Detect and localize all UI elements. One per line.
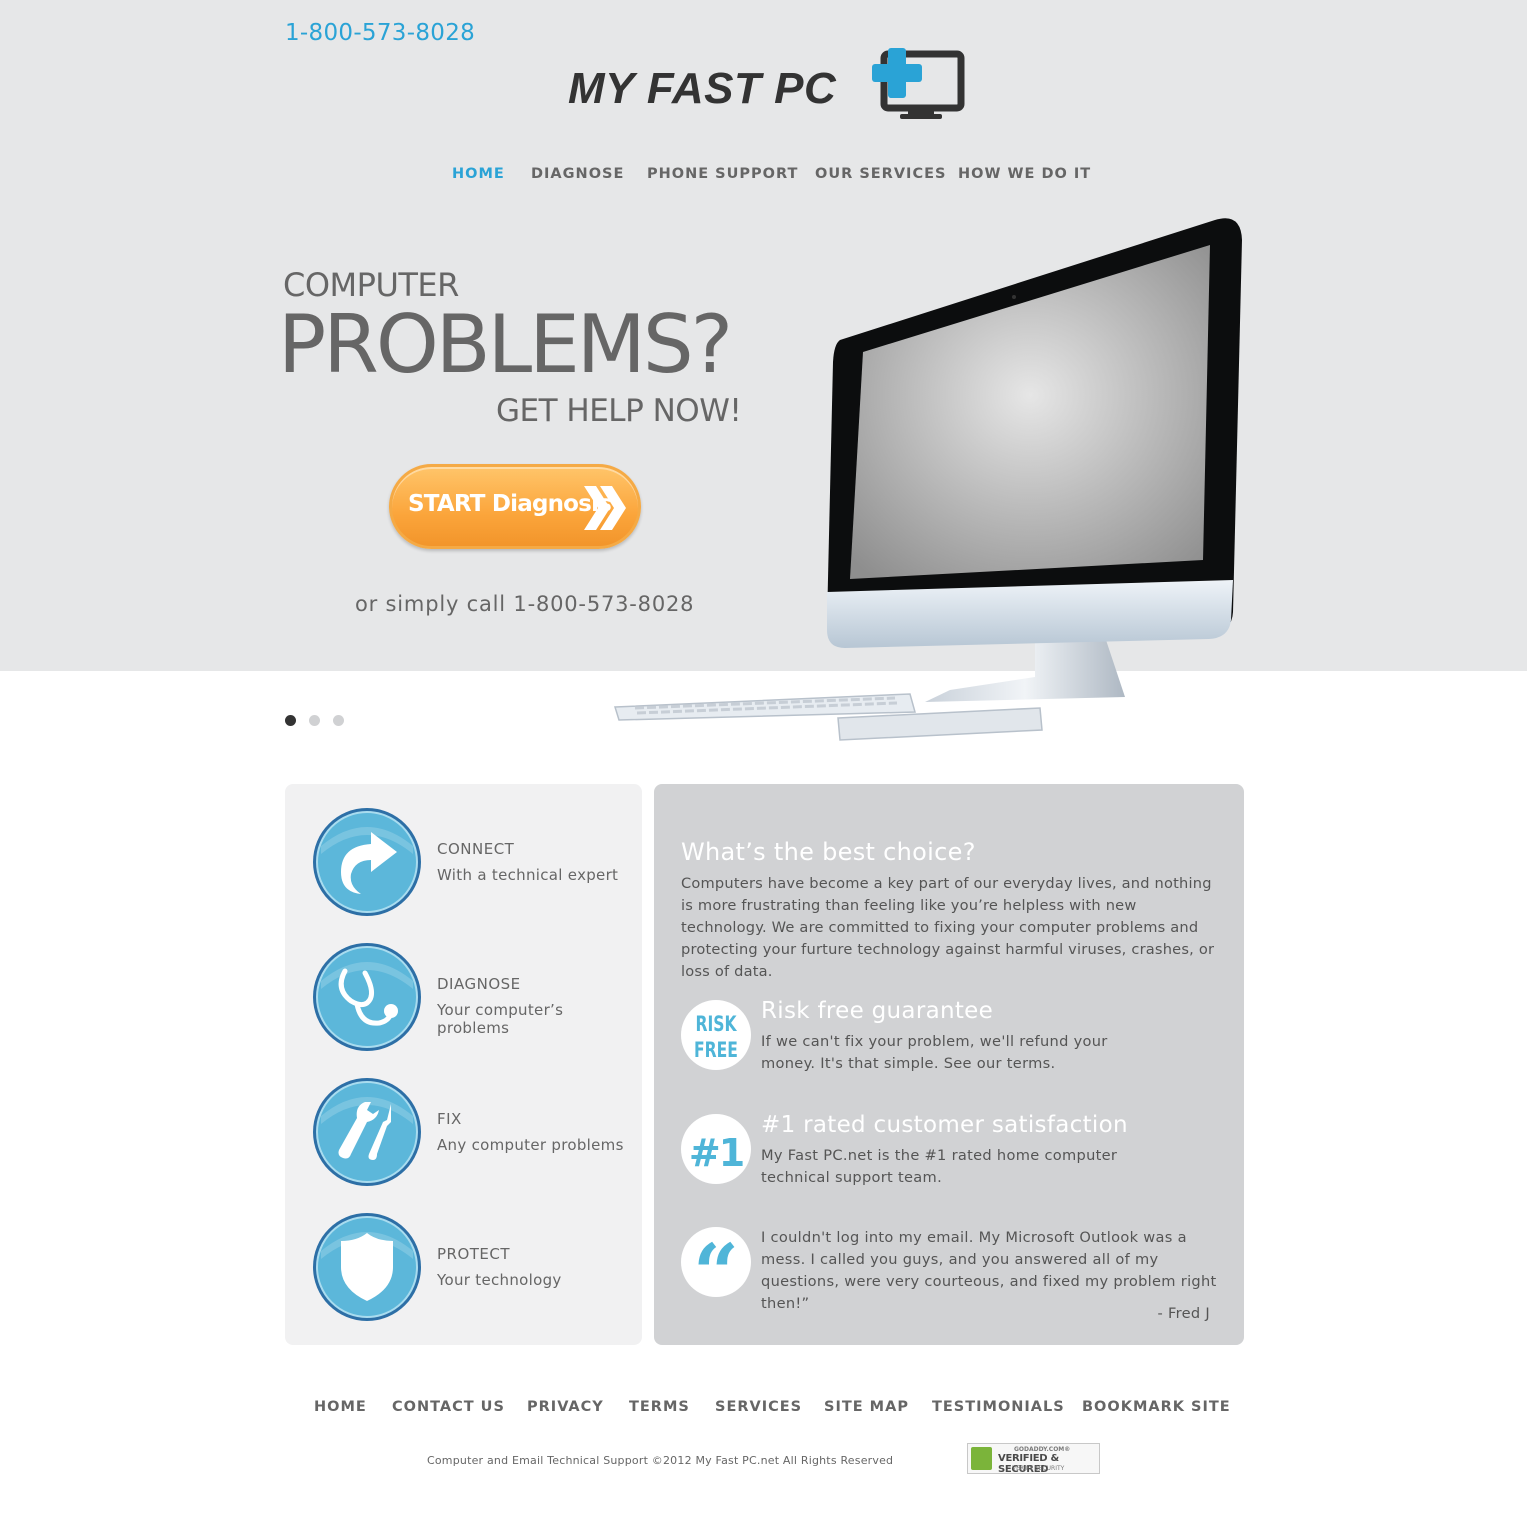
imac-computer-image bbox=[613, 218, 1242, 741]
main-nav: HOME DIAGNOSE PHONE SUPPORT OUR SERVICES… bbox=[0, 166, 1527, 188]
nav-how-we-do-it[interactable]: HOW WE DO IT bbox=[958, 166, 1091, 182]
risk-free-text: If we can't fix your problem, we'll refu… bbox=[761, 1033, 1108, 1072]
feature-subtitle: Your technology bbox=[437, 1271, 562, 1289]
carousel-dot-3[interactable] bbox=[333, 715, 344, 726]
footer-link-contact-us[interactable]: CONTACT US bbox=[392, 1399, 505, 1415]
rated-text: My Fast PC.net is the #1 rated home comp… bbox=[761, 1147, 1118, 1186]
risk-free-badge: RISK FREE bbox=[681, 1000, 751, 1070]
number-one-icon: #1 bbox=[689, 1131, 745, 1175]
nav-phone-support[interactable]: PHONE SUPPORT bbox=[647, 166, 798, 182]
footer-link-terms[interactable]: TERMS bbox=[629, 1399, 690, 1415]
header-phone-link[interactable]: 1-800-573-8028 bbox=[285, 20, 475, 46]
feature-title: FIX bbox=[437, 1110, 462, 1128]
features-panel: CONNECT With a technical expert DIAGNOSE… bbox=[285, 784, 642, 1345]
risk-free-icon: RISK FREE bbox=[694, 1013, 738, 1063]
logo-text: MY FAST PC bbox=[568, 64, 837, 113]
feature-title: PROTECT bbox=[437, 1245, 511, 1263]
nav-diagnose[interactable]: DIAGNOSE bbox=[531, 166, 624, 182]
nav-home[interactable]: HOME bbox=[452, 166, 505, 182]
risk-badge-line1: RISK bbox=[695, 1013, 737, 1037]
monitor-plus-icon bbox=[872, 48, 965, 119]
carousel-dot-1[interactable] bbox=[285, 715, 296, 726]
footer-link-privacy[interactable]: PRIVACY bbox=[527, 1399, 604, 1415]
feature-title: CONNECT bbox=[437, 840, 515, 858]
risk-badge-line2: FREE bbox=[694, 1039, 738, 1063]
quote-badge: “ bbox=[681, 1226, 751, 1320]
footer-link-bookmark-site[interactable]: BOOKMARK SITE bbox=[1082, 1399, 1231, 1415]
footer-link-site-map[interactable]: SITE MAP bbox=[824, 1399, 909, 1415]
share-arrow-icon bbox=[313, 808, 421, 916]
copyright-text: Computer and Email Technical Support ©20… bbox=[427, 1454, 894, 1467]
seal-line1: GODADDY.COM® bbox=[1014, 1446, 1071, 1453]
tools-icon bbox=[313, 1078, 421, 1186]
footer-link-testimonials[interactable]: TESTIMONIALS bbox=[932, 1399, 1065, 1415]
best-choice-panel: What’s the best choice? Computers have b… bbox=[654, 784, 1244, 1345]
testimonial-author: - Fred J bbox=[1157, 1305, 1210, 1322]
start-diagnosis-label: START Diagnosis bbox=[408, 491, 612, 517]
nav-our-services[interactable]: OUR SERVICES bbox=[815, 166, 946, 182]
start-diagnosis-button[interactable]: START Diagnosis bbox=[389, 464, 641, 549]
feature-title: DIAGNOSE bbox=[437, 975, 521, 993]
footer-nav: HOME CONTACT US PRIVACY TERMS SERVICES S… bbox=[0, 1399, 1527, 1421]
shield-icon bbox=[313, 1213, 421, 1321]
feature-fix[interactable]: FIX Any computer problems bbox=[311, 1076, 631, 1188]
rated-title: #1 rated customer satisfaction bbox=[761, 1112, 1128, 1138]
stethoscope-icon bbox=[313, 943, 421, 1051]
lock-icon bbox=[971, 1447, 992, 1470]
carousel-dot-2[interactable] bbox=[309, 715, 320, 726]
rated-one-badge: #1 bbox=[681, 1114, 751, 1184]
footer-link-services[interactable]: SERVICES bbox=[715, 1399, 802, 1415]
feature-subtitle: Any computer problems bbox=[437, 1136, 624, 1154]
godaddy-security-seal[interactable]: GODADDY.COM® VERIFIED & SECURED VERIFY S… bbox=[967, 1443, 1100, 1475]
feature-protect[interactable]: PROTECT Your technology bbox=[311, 1211, 631, 1323]
feature-connect[interactable]: CONNECT With a technical expert bbox=[311, 806, 631, 918]
quote-icon: “ bbox=[693, 1226, 739, 1320]
footer-link-home[interactable]: HOME bbox=[314, 1399, 367, 1415]
risk-free-title: Risk free guarantee bbox=[761, 998, 994, 1024]
rated-badge-text: #1 bbox=[689, 1131, 743, 1175]
quote-badge-text: “ bbox=[693, 1227, 739, 1297]
best-choice-title: What’s the best choice? bbox=[681, 838, 976, 866]
feature-subtitle: With a technical expert bbox=[437, 866, 619, 884]
feature-subtitle: Your computer’s problems bbox=[437, 1001, 564, 1037]
feature-diagnose[interactable]: DIAGNOSE Your computer’s problems bbox=[311, 941, 631, 1053]
testimonial-quote: I couldn't log into my email. My Microso… bbox=[761, 1229, 1217, 1312]
site-logo[interactable]: MY FAST PC bbox=[568, 48, 968, 124]
best-choice-body: Computers have become a key part of our … bbox=[681, 875, 1215, 980]
seal-line3: VERIFY SECURITY bbox=[1012, 1465, 1065, 1472]
